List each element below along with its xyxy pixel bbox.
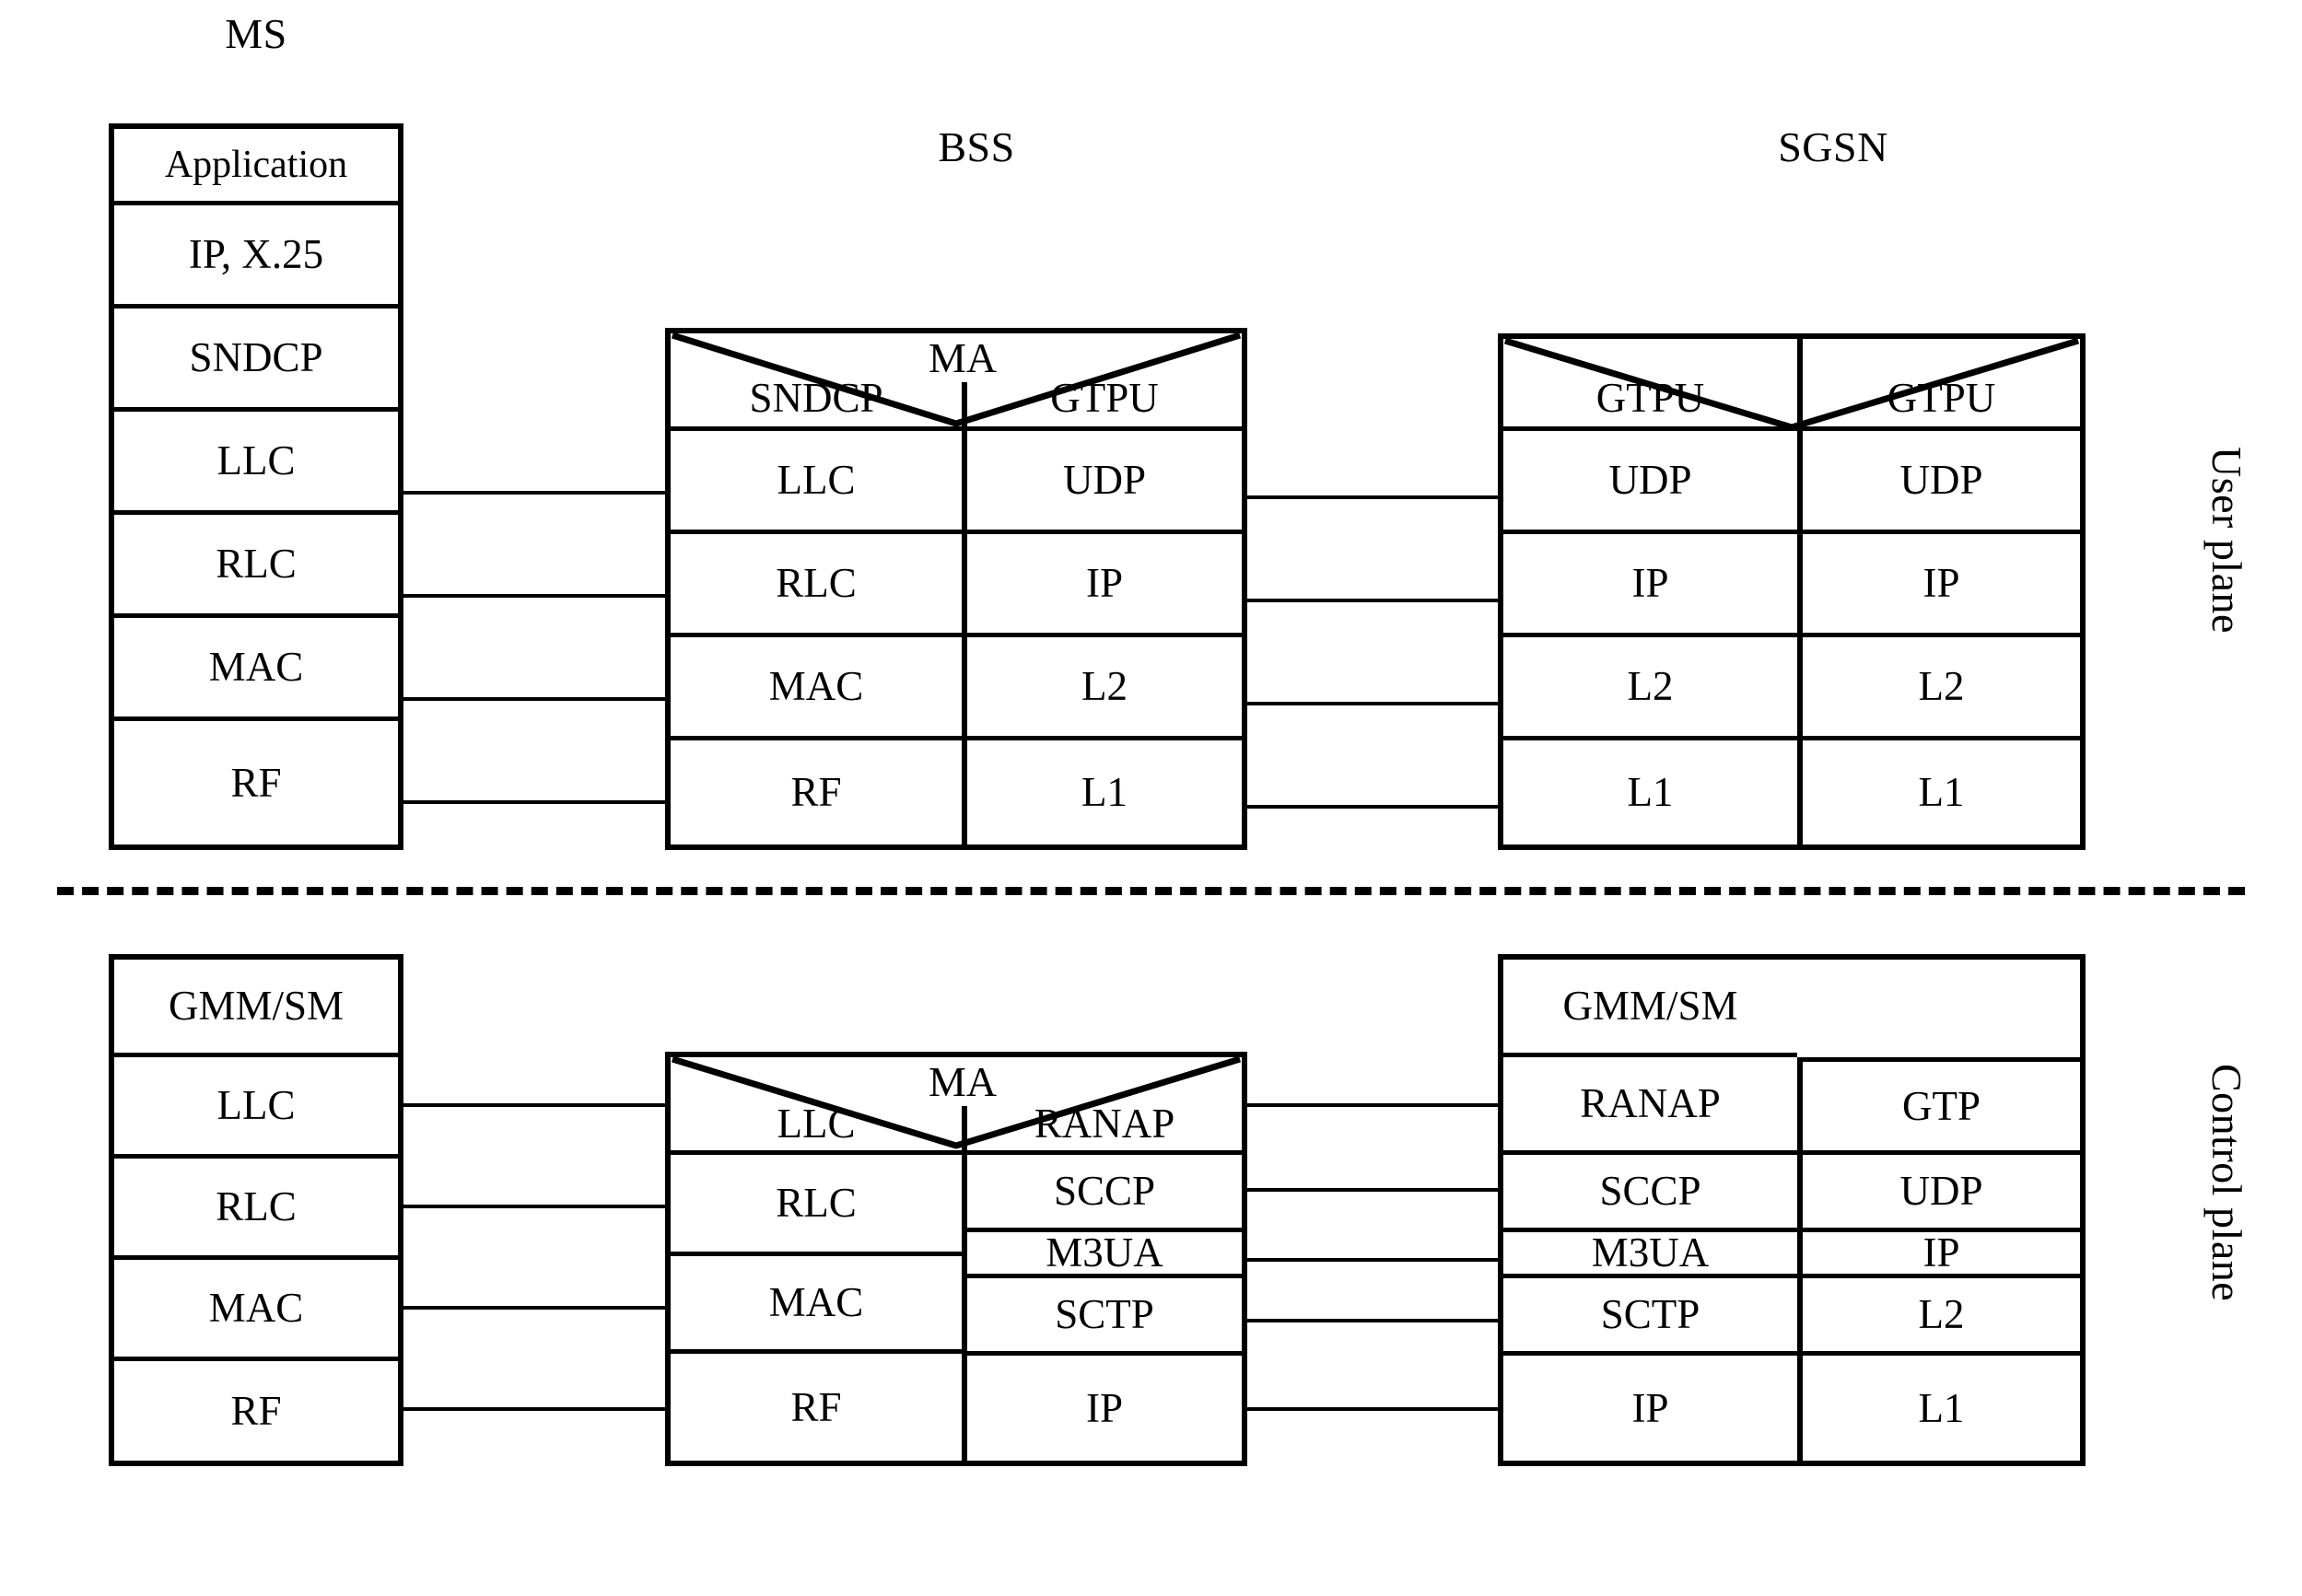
layer-cell: RLC bbox=[671, 1155, 962, 1256]
node-title-bss: BSS bbox=[938, 123, 1015, 170]
layer-cell: RANAP bbox=[967, 1057, 1242, 1155]
connector-ms-bss-mac-c bbox=[403, 1306, 665, 1310]
layer-cell: MAC bbox=[671, 637, 962, 740]
layer-cell: L1 bbox=[1081, 769, 1128, 815]
bss-user-plane-left-column: SNDCP LLC RLC MAC RF bbox=[671, 333, 962, 845]
layer-cell: IP, X.25 bbox=[114, 205, 398, 309]
connector-ms-bss-llc-c bbox=[403, 1103, 665, 1107]
layer-cell: RF bbox=[230, 759, 282, 806]
bss-control-plane-right-column: RANAP SCCP M3UA SCTP IP bbox=[962, 1057, 1242, 1461]
bss-user-plane-right-column: GTPU UDP IP L2 L1 bbox=[962, 333, 1242, 845]
layer-cell: SNDCP bbox=[671, 333, 962, 431]
sgsn-control-plane-left-column: GMM/SM RANAP SCCP M3UA SCTP IP bbox=[1503, 960, 1797, 1461]
connector-bss-sgsn-ip bbox=[1247, 599, 1498, 602]
connector-bss-sgsn-sccp bbox=[1247, 1188, 1498, 1192]
layer-cell: SCTP bbox=[1503, 1278, 1797, 1356]
layer-cell: IP bbox=[1803, 534, 2080, 637]
layer-cell: IP bbox=[1803, 1232, 2080, 1278]
layer-cell: LLC bbox=[671, 431, 962, 534]
connector-bss-sgsn-sctp bbox=[1247, 1319, 1498, 1322]
layer-cell: IP bbox=[1503, 534, 1797, 637]
connector-ms-bss-rf bbox=[403, 800, 665, 804]
plane-label-control: Control plane bbox=[2203, 1064, 2250, 1302]
layer-cell: LLC bbox=[114, 1057, 398, 1159]
sgsn-control-plane-stack: GMM/SM RANAP SCCP M3UA SCTP IP GTP UDP I… bbox=[1498, 954, 2086, 1466]
layer-cell: Application bbox=[114, 129, 398, 205]
layer-cell: GTP bbox=[1803, 1062, 2080, 1155]
sgsn-user-plane-right-column: GTPU UDP IP L2 L1 bbox=[1797, 339, 2080, 845]
layer-cell: L1 bbox=[1918, 1384, 1965, 1431]
plane-divider bbox=[57, 887, 2245, 895]
layer-cell: L2 bbox=[1803, 637, 2080, 740]
layer-cell: GTPU bbox=[1803, 339, 2080, 431]
layer-cell: RF bbox=[230, 1387, 282, 1434]
layer-cell: RLC bbox=[671, 534, 962, 637]
connector-bss-sgsn-l2 bbox=[1247, 702, 1498, 705]
layer-cell: RANAP bbox=[1503, 1057, 1797, 1155]
ms-control-plane-stack: GMM/SM LLC RLC MAC RF bbox=[109, 954, 403, 1466]
node-title-sgsn: SGSN bbox=[1778, 123, 1888, 170]
layer-cell: SCCP bbox=[967, 1155, 1242, 1232]
bss-control-plane-stack: LLC RLC MAC RF RANAP SCCP M3UA SCTP IP bbox=[665, 1052, 1247, 1466]
connector-bss-sgsn-m3ua bbox=[1247, 1258, 1498, 1262]
layer-cell: GTPU bbox=[1503, 339, 1797, 431]
connector-bss-sgsn-ranap bbox=[1247, 1103, 1498, 1107]
connector-ms-bss-mac bbox=[403, 697, 665, 701]
connector-ms-bss-rlc bbox=[403, 594, 665, 598]
layer-cell: UDP bbox=[967, 431, 1242, 534]
sgsn-control-plane-right-column: GTP UDP IP L2 L1 bbox=[1797, 1057, 2080, 1461]
layer-cell: L2 bbox=[1803, 1278, 2080, 1356]
layer-cell: MAC bbox=[114, 618, 398, 721]
layer-cell: MAC bbox=[114, 1260, 398, 1361]
connector-ms-bss-llc bbox=[403, 491, 665, 495]
ms-control-plane-column: GMM/SM LLC RLC MAC RF bbox=[114, 960, 398, 1461]
ms-user-plane-stack: Application IP, X.25 SNDCP LLC RLC MAC R… bbox=[109, 123, 403, 850]
layer-cell: UDP bbox=[1803, 431, 2080, 534]
layer-cell: L2 bbox=[967, 637, 1242, 740]
layer-cell: IP bbox=[1085, 1384, 1123, 1431]
bss-user-plane-stack: SNDCP LLC RLC MAC RF GTPU UDP IP L2 L1 bbox=[665, 328, 1247, 850]
layer-cell: RF bbox=[790, 1383, 842, 1430]
layer-cell: IP bbox=[967, 534, 1242, 637]
sgsn-user-plane-stack: GTPU UDP IP L2 L1 GTPU UDP IP L2 L1 bbox=[1498, 333, 2086, 850]
layer-cell: SNDCP bbox=[114, 309, 398, 412]
layer-cell: IP bbox=[1631, 1384, 1669, 1431]
plane-label-user: User plane bbox=[2203, 447, 2250, 634]
ma-label-bss-user: MA bbox=[925, 333, 1001, 382]
connector-bss-sgsn-l1 bbox=[1247, 805, 1498, 809]
layer-cell: RLC bbox=[114, 515, 398, 618]
layer-cell: GMM/SM bbox=[1503, 960, 1797, 1057]
layer-cell: M3UA bbox=[1503, 1232, 1797, 1278]
ma-label-bss-control: MA bbox=[925, 1057, 1001, 1106]
sgsn-user-plane-left-column: GTPU UDP IP L2 L1 bbox=[1503, 339, 1797, 845]
layer-cell: M3UA bbox=[967, 1232, 1242, 1278]
node-title-ms: MS bbox=[225, 10, 287, 57]
layer-cell: L2 bbox=[1503, 637, 1797, 740]
layer-cell: L1 bbox=[1627, 769, 1674, 815]
layer-cell: LLC bbox=[671, 1057, 962, 1155]
connector-bss-sgsn-ip-c bbox=[1247, 1407, 1498, 1411]
layer-cell: L1 bbox=[1918, 769, 1965, 815]
layer-cell: RF bbox=[790, 769, 842, 815]
layer-cell: RLC bbox=[114, 1159, 398, 1260]
layer-cell: SCCP bbox=[1503, 1155, 1797, 1232]
connector-bss-sgsn-udp bbox=[1247, 495, 1498, 499]
layer-cell: GTPU bbox=[967, 333, 1242, 431]
layer-cell: MAC bbox=[671, 1256, 962, 1354]
ms-user-plane-column: Application IP, X.25 SNDCP LLC RLC MAC R… bbox=[114, 129, 398, 845]
layer-cell: UDP bbox=[1803, 1155, 2080, 1232]
layer-cell: SCTP bbox=[967, 1278, 1242, 1356]
connector-ms-bss-rlc-c bbox=[403, 1205, 665, 1208]
bss-control-plane-left-column: LLC RLC MAC RF bbox=[671, 1057, 962, 1461]
layer-cell: GMM/SM bbox=[114, 960, 398, 1057]
layer-cell: UDP bbox=[1503, 431, 1797, 534]
connector-ms-bss-rf-c bbox=[403, 1407, 665, 1411]
layer-cell: LLC bbox=[114, 412, 398, 515]
